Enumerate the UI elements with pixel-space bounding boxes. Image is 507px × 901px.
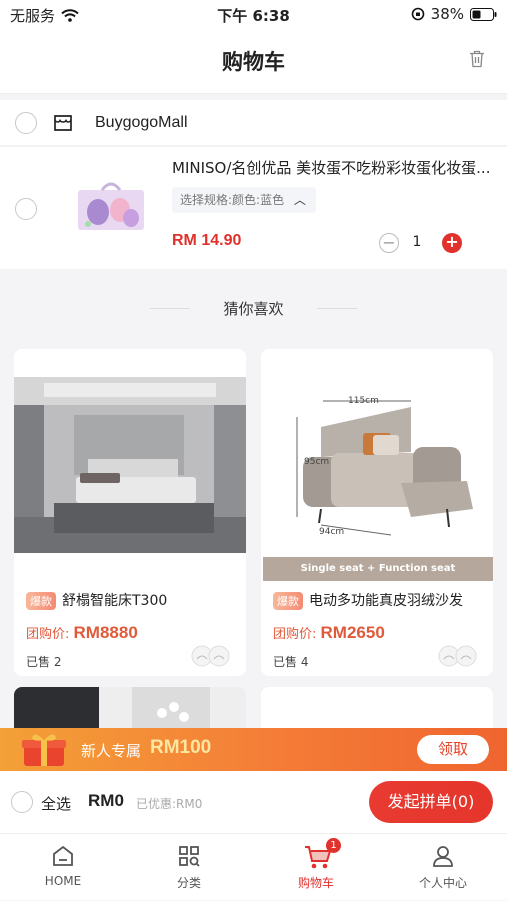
tab-label: HOME: [44, 874, 82, 888]
total-amount: RM0: [88, 791, 124, 810]
dimension-height: 95cm: [304, 457, 330, 467]
battery-icon: [470, 7, 497, 21]
buyer-avatars-icon: [438, 645, 477, 667]
product-card[interactable]: 115cm 95cm 94cm Single seat + Function s…: [261, 349, 493, 676]
card-title: 舒榻智能床T300: [62, 593, 168, 609]
orientation-lock-icon: [411, 7, 424, 21]
sold-count: 已售 2: [26, 655, 62, 669]
newcomer-banner[interactable]: 新人专属 RM100 领取: [0, 728, 507, 771]
checkout-bar: 全选 RM0 已优惠:RM0 发起拼单(0): [0, 771, 507, 833]
spec-text: 选择规格:颜色:蓝色: [180, 193, 285, 207]
chevron-up-icon: ︿: [293, 193, 306, 207]
product-title[interactable]: MINISO/名创优品 美妆蛋不吃粉彩妆蛋化妆蛋...: [172, 157, 492, 178]
divider-right: [317, 308, 357, 309]
tab-label: 个人中心: [418, 876, 467, 890]
page-title: 购物车: [222, 50, 285, 74]
cart-item: MINISO/名创优品 美妆蛋不吃粉彩妆蛋化妆蛋... 选择规格:颜色:蓝色 ︿…: [0, 147, 507, 269]
cart-badge: 1: [326, 838, 341, 853]
product-price: RM 14.90: [172, 232, 242, 249]
card-price: RM8880: [73, 623, 138, 642]
tab-label: 分类: [176, 876, 201, 890]
product-thumbnail[interactable]: [74, 178, 148, 234]
card-title: 电动多功能真皮羽绒沙发: [309, 593, 463, 609]
discount-amount: 已优惠:RM0: [136, 797, 203, 811]
quantity-value[interactable]: 1: [405, 234, 429, 250]
card-price: RM2650: [320, 623, 385, 642]
tab-category[interactable]: 分类: [126, 834, 252, 901]
submit-group-order-button[interactable]: 发起拼单(0): [369, 781, 493, 823]
user-icon: [433, 846, 453, 867]
dimension-depth: 94cm: [319, 527, 345, 537]
tab-cart[interactable]: 1 购物车: [253, 834, 379, 901]
store-select-radio[interactable]: [15, 112, 37, 134]
sold-count: 已售 4: [273, 655, 309, 669]
bed-product-image: [14, 377, 246, 553]
home-icon: [53, 845, 73, 866]
price-label: 团购价:: [273, 627, 317, 642]
trash-icon[interactable]: [469, 50, 485, 68]
store-row: BuygogoMall: [0, 100, 507, 146]
select-all-radio[interactable]: [11, 791, 33, 813]
gift-box-icon: [22, 734, 66, 766]
product-card[interactable]: 爆款 舒榻智能床T300 团购价: RM8880 已售 2: [14, 349, 246, 676]
decrease-quantity-button[interactable]: −: [379, 233, 399, 253]
buyer-avatars-icon: [191, 645, 230, 667]
increase-quantity-button[interactable]: +: [442, 233, 462, 253]
dimension-width: 115cm: [348, 396, 379, 406]
hot-tag: 爆款: [273, 592, 303, 610]
price-label: 团购价:: [26, 627, 70, 642]
tab-bar: HOME 分类 1 购物车 个人中心: [0, 833, 507, 900]
item-select-radio[interactable]: [15, 198, 37, 220]
battery-percent: 38%: [430, 5, 464, 23]
carrier-label: 无服务: [10, 7, 56, 25]
banner-amount: RM100: [150, 737, 212, 758]
claim-button[interactable]: 领取: [417, 735, 489, 764]
tab-profile[interactable]: 个人中心: [380, 834, 506, 901]
spec-selector[interactable]: 选择规格:颜色:蓝色 ︿: [172, 187, 316, 213]
page-header: 购物车: [0, 28, 507, 94]
tab-home[interactable]: HOME: [0, 834, 126, 901]
select-all-label[interactable]: 全选: [41, 793, 71, 814]
status-bar: 下午 6:38 无服务 38%: [0, 0, 507, 28]
image-caption: Single seat + Function seat: [263, 557, 493, 581]
recommend-heading: 猜你喜欢: [223, 300, 284, 318]
hot-tag: 爆款: [26, 592, 56, 610]
store-name[interactable]: BuygogoMall: [95, 114, 188, 132]
store-icon: [54, 115, 72, 131]
banner-text: 新人专属: [81, 742, 142, 760]
wifi-icon: [61, 9, 79, 22]
tab-label: 购物车: [297, 876, 334, 890]
category-icon: [179, 846, 200, 867]
